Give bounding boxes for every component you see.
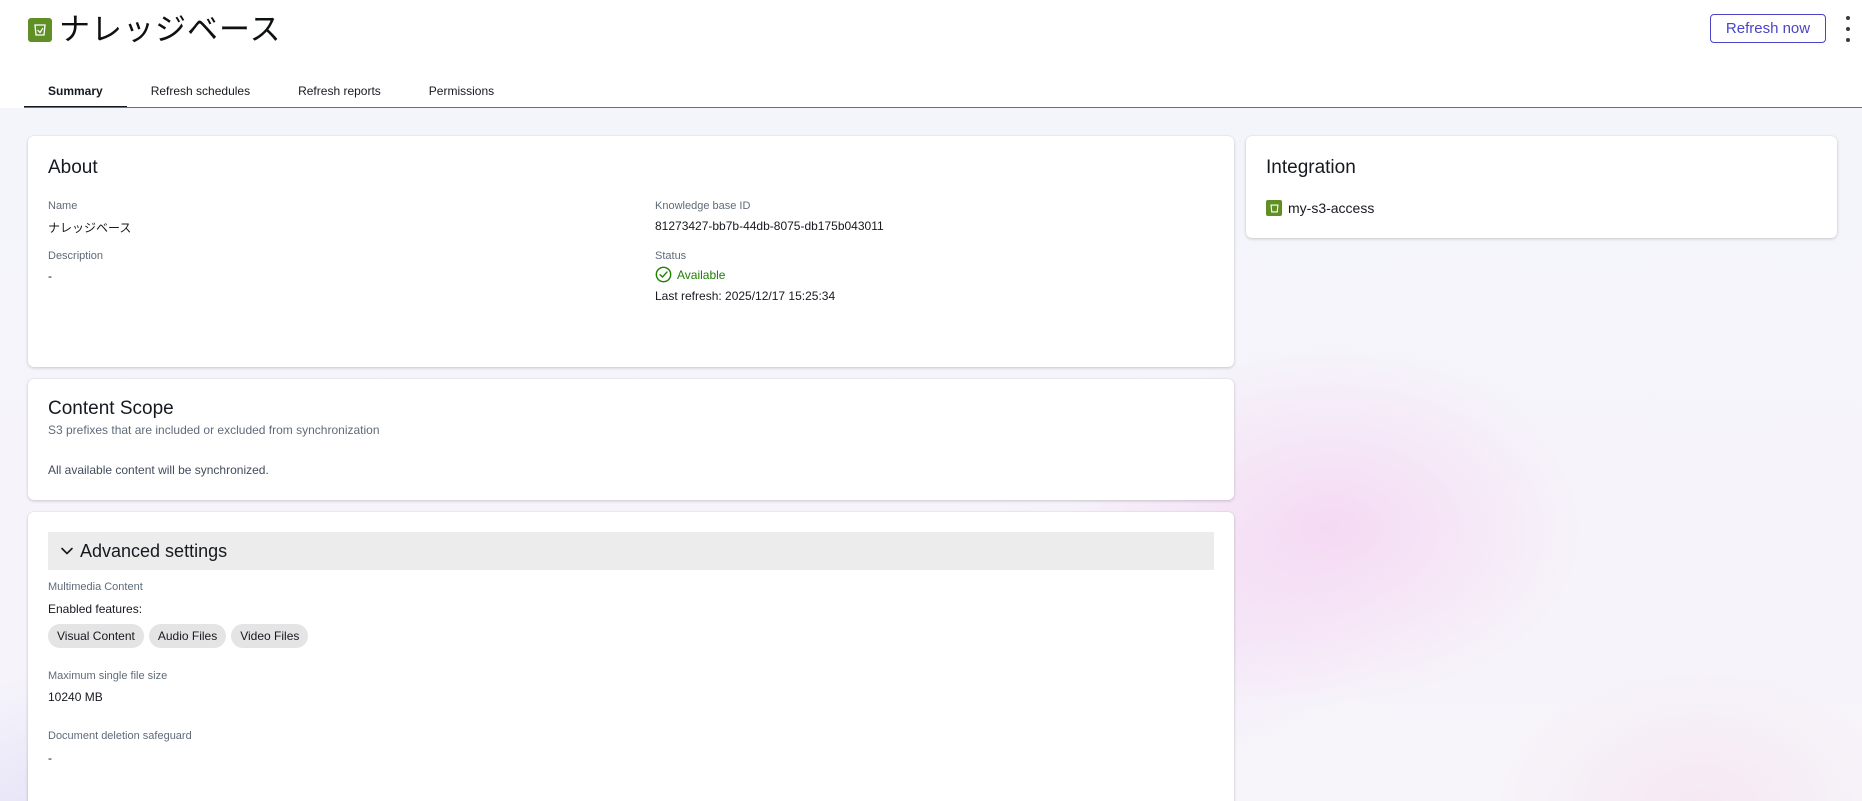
feature-chip: Video Files — [231, 624, 309, 648]
status-value: Available — [677, 267, 726, 282]
name-label: Name — [48, 200, 78, 212]
multimedia-label: Multimedia Content — [48, 581, 143, 593]
advanced-settings-card: Advanced settings Multimedia Content Ena… — [28, 512, 1234, 801]
page-title: ナレッジベース — [59, 12, 282, 48]
advanced-settings-title: Advanced settings — [80, 540, 228, 561]
bucket-icon — [28, 18, 52, 42]
max-file-size-value: 10240 MB — [48, 690, 103, 704]
feature-chips: Visual Content Audio Files Video Files — [48, 624, 313, 648]
refresh-now-button[interactable]: Refresh now — [1710, 14, 1826, 43]
status-badge: Available — [655, 266, 725, 283]
page: ナレッジベース Refresh now Summary Refresh sche… — [0, 0, 1862, 801]
description-value: - — [48, 269, 52, 283]
status-label: Status — [655, 250, 687, 262]
tab-bar: Summary Refresh schedules Refresh report… — [24, 78, 518, 108]
max-file-size-label: Maximum single file size — [48, 670, 168, 682]
more-options-icon[interactable] — [1842, 16, 1854, 42]
advanced-settings-toggle[interactable]: Advanced settings — [48, 532, 1214, 570]
kb-id-label: Knowledge base ID — [655, 200, 751, 212]
deletion-safeguard-value: - — [48, 751, 52, 765]
description-label: Description — [48, 250, 104, 262]
bucket-icon — [1266, 200, 1282, 216]
enabled-features-label: Enabled features: — [48, 602, 143, 616]
check-circle-icon — [655, 266, 672, 283]
deletion-safeguard-label: Document deletion safeguard — [48, 730, 192, 742]
content-scope-card: Content Scope S3 prefixes that are inclu… — [28, 379, 1234, 500]
about-title: About — [48, 157, 98, 178]
integration-link[interactable]: my-s3-access — [1266, 200, 1374, 216]
last-refresh: Last refresh: 2025/12/17 15:25:34 — [655, 289, 836, 303]
content-scope-body: All available content will be synchroniz… — [48, 463, 269, 477]
title-wrap: ナレッジベース — [28, 14, 281, 46]
content-scope-title: Content Scope — [48, 398, 174, 419]
name-value: ナレッジベース — [48, 221, 132, 235]
feature-chip: Audio Files — [148, 624, 227, 648]
tab-refresh-reports[interactable]: Refresh reports — [274, 78, 405, 108]
page-header: ナレッジベース Refresh now Summary Refresh sche… — [0, 0, 1862, 108]
content-scope-subtitle: S3 prefixes that are included or exclude… — [48, 423, 380, 437]
chevron-down-icon — [61, 547, 73, 555]
tab-summary[interactable]: Summary — [24, 78, 127, 108]
kb-id-value: 81273427-bb7b-44db-8075-db175b043011 — [655, 219, 884, 233]
tab-refresh-schedules[interactable]: Refresh schedules — [127, 78, 274, 108]
integration-item-label: my-s3-access — [1288, 200, 1375, 216]
integration-title: Integration — [1266, 157, 1356, 178]
about-card: About Name ナレッジベース Description - Knowled… — [28, 136, 1234, 367]
feature-chip: Visual Content — [48, 624, 144, 648]
integration-card: Integration my-s3-access — [1246, 136, 1837, 238]
tab-permissions[interactable]: Permissions — [405, 78, 518, 108]
